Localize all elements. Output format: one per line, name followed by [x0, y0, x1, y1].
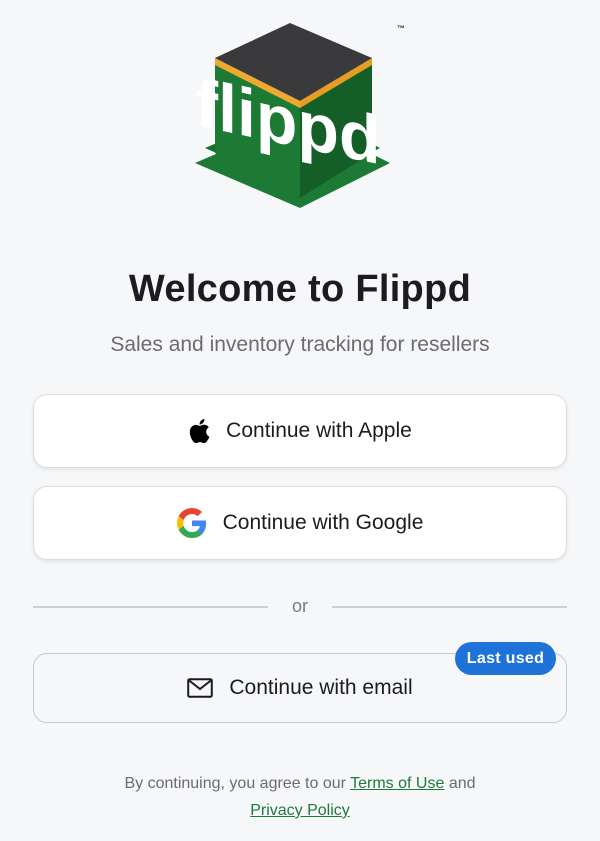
continue-with-apple-button[interactable]: Continue with Apple — [33, 394, 567, 468]
privacy-policy-link[interactable]: Privacy Policy — [250, 802, 350, 819]
flippd-logo: flippd ™ — [190, 18, 410, 218]
legal-line-1: By continuing, you agree to our Terms of… — [0, 770, 600, 797]
apple-icon — [188, 418, 210, 444]
divider-line-right — [332, 606, 567, 608]
legal-notice: By continuing, you agree to our Terms of… — [0, 770, 600, 824]
welcome-screen: flippd ™ Welcome to Flippd Sales and inv… — [0, 0, 600, 841]
page-title: Welcome to Flippd — [128, 268, 472, 310]
apple-button-label: Continue with Apple — [226, 419, 412, 442]
legal-conjunction: and — [448, 775, 476, 792]
page-subtitle: Sales and inventory tracking for reselle… — [110, 333, 490, 356]
google-button-label: Continue with Google — [222, 511, 424, 534]
legal-prefix: By continuing, you agree to our — [124, 775, 346, 792]
legal-line-2: Privacy Policy — [0, 797, 600, 824]
continue-with-google-button[interactable]: Continue with Google — [33, 486, 567, 560]
flippd-logo-graphic: flippd — [195, 23, 390, 208]
or-divider: or — [33, 596, 567, 618]
google-icon — [176, 508, 207, 538]
email-button-label: Continue with email — [229, 676, 413, 699]
last-used-badge: Last used — [455, 642, 556, 675]
mail-icon — [187, 678, 214, 698]
terms-of-use-link[interactable]: Terms of Use — [350, 775, 444, 792]
trademark-symbol: ™ — [397, 24, 405, 33]
